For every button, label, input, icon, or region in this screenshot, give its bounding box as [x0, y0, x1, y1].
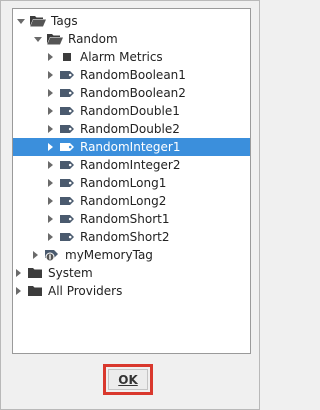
expand-toggle-icon[interactable] [45, 48, 55, 66]
expand-toggle-icon[interactable] [33, 30, 43, 48]
tree-node-label: myMemoryTag [65, 248, 153, 262]
tree-node-randomshort2[interactable]: RandomShort2 [13, 228, 250, 246]
tree-node-label: RandomInteger2 [80, 158, 181, 172]
folder-closed-icon [27, 282, 43, 300]
tree-node-mymemorytag[interactable]: myMemoryTag [13, 246, 250, 264]
tag-icon [59, 120, 75, 138]
tree-node-label: RandomLong2 [80, 194, 167, 208]
tree-node-label: RandomDouble1 [80, 104, 180, 118]
tree-node-randomdouble2[interactable]: RandomDouble2 [13, 120, 250, 138]
tree-node-label: RandomBoolean2 [80, 86, 186, 100]
tag-icon [59, 66, 75, 84]
tree-node-randominteger2[interactable]: RandomInteger2 [13, 156, 250, 174]
expand-toggle-icon[interactable] [45, 84, 55, 102]
tag-icon [59, 84, 75, 102]
tree-node-randomboolean2[interactable]: RandomBoolean2 [13, 84, 250, 102]
tag-browser-dialog: Tags Random Alarm Metrics RandomBoolean1 [0, 0, 260, 410]
tree-node-alarm-metrics[interactable]: Alarm Metrics [13, 48, 250, 66]
tree-node-randomboolean1[interactable]: RandomBoolean1 [13, 66, 250, 84]
expand-toggle-icon[interactable] [45, 66, 55, 84]
expand-toggle-icon[interactable] [45, 138, 55, 156]
expand-toggle-icon[interactable] [30, 246, 40, 264]
square-icon [59, 48, 75, 66]
tree-node-label: RandomShort1 [80, 212, 170, 226]
expand-toggle-icon[interactable] [45, 102, 55, 120]
tag-icon [59, 156, 75, 174]
expand-toggle-icon[interactable] [13, 264, 23, 282]
tree-node-all-providers[interactable]: All Providers [13, 282, 250, 300]
ok-button[interactable]: OK [108, 369, 148, 390]
expand-toggle-icon[interactable] [45, 228, 55, 246]
tag-icon [59, 174, 75, 192]
tree-node-label: RandomShort2 [80, 230, 170, 244]
expand-toggle-icon[interactable] [45, 156, 55, 174]
tree-node-system[interactable]: System [13, 264, 250, 282]
folder-closed-icon [27, 264, 43, 282]
tree-node-label: Random [68, 32, 118, 46]
tag-icon [59, 228, 75, 246]
tree-node-randomlong1[interactable]: RandomLong1 [13, 174, 250, 192]
tree-node-tags[interactable]: Tags [13, 12, 250, 30]
tree-node-label: RandomInteger1 [80, 140, 181, 154]
expand-toggle-icon[interactable] [13, 282, 23, 300]
tree-node-random[interactable]: Random [13, 30, 250, 48]
tag-icon [59, 102, 75, 120]
tag-icon [59, 192, 75, 210]
tree-node-randomshort1[interactable]: RandomShort1 [13, 210, 250, 228]
expand-toggle-icon[interactable] [45, 192, 55, 210]
tree-node-label: RandomDouble2 [80, 122, 180, 136]
folder-open-icon [30, 12, 46, 30]
tag-tree[interactable]: Tags Random Alarm Metrics RandomBoolean1 [12, 8, 251, 354]
expand-toggle-icon[interactable] [45, 174, 55, 192]
expand-toggle-icon[interactable] [45, 120, 55, 138]
tree-node-label: RandomBoolean1 [80, 68, 186, 82]
tree-node-randominteger1[interactable]: RandomInteger1 [13, 138, 250, 156]
expand-toggle-icon[interactable] [45, 210, 55, 228]
tree-node-label: RandomLong1 [80, 176, 167, 190]
tree-node-label: System [48, 266, 93, 280]
tag-icon [59, 138, 75, 156]
expand-toggle-icon[interactable] [16, 12, 26, 30]
tree-node-label: All Providers [48, 284, 123, 298]
memory-tag-icon [44, 246, 60, 264]
folder-open-icon [47, 30, 63, 48]
tree-node-label: Tags [51, 14, 78, 28]
tag-icon [59, 210, 75, 228]
tree-node-label: Alarm Metrics [80, 50, 163, 64]
tree-node-randomdouble1[interactable]: RandomDouble1 [13, 102, 250, 120]
tree-node-randomlong2[interactable]: RandomLong2 [13, 192, 250, 210]
